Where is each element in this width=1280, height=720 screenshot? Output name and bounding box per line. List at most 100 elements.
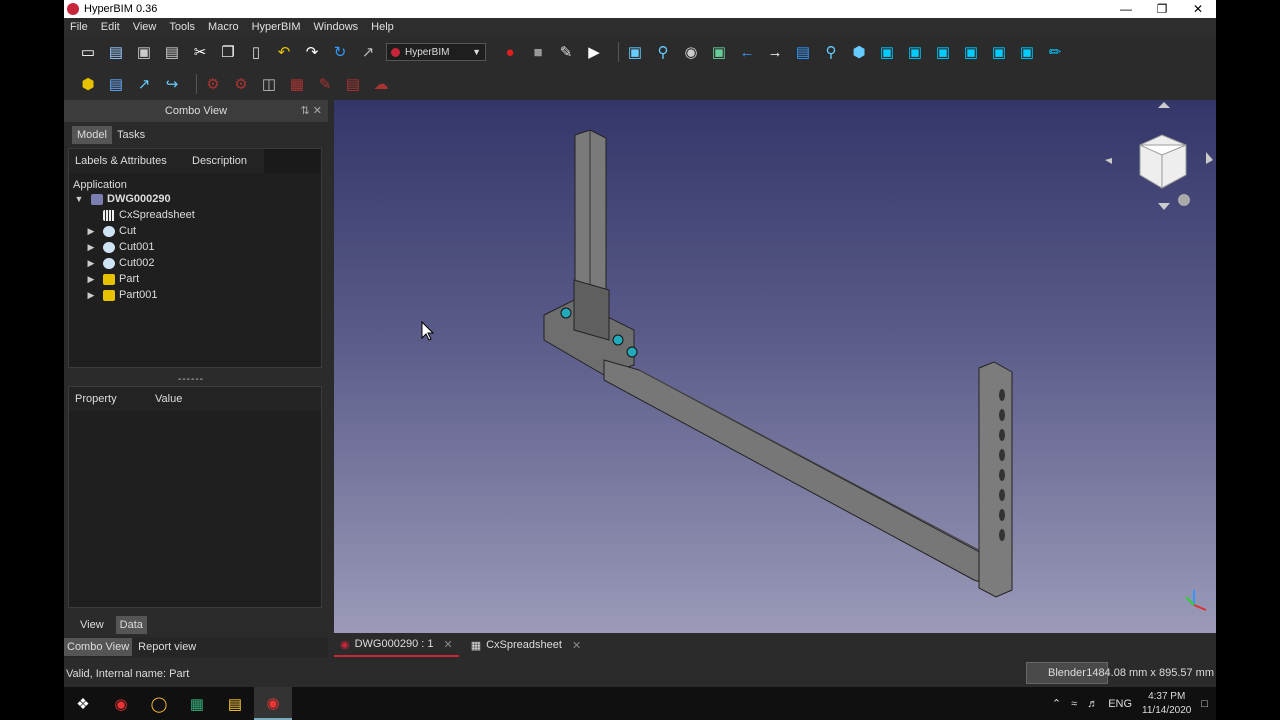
close-tab-icon[interactable]: ✕ — [443, 638, 452, 651]
assembly-icon[interactable]: ⚙ — [203, 74, 223, 94]
menu-file[interactable]: File — [70, 21, 88, 33]
property-column-header[interactable]: Property — [69, 393, 149, 405]
tree-header-description[interactable]: Description — [186, 155, 264, 167]
menu-windows[interactable]: Windows — [314, 21, 359, 33]
rear-view-icon[interactable]: ▣ — [961, 42, 981, 62]
measure-icon[interactable]: ✏ — [1045, 42, 1065, 62]
media-app-icon[interactable]: ◉ — [102, 687, 140, 720]
tree-item-cut002[interactable]: ▶ Cut002 — [69, 255, 321, 271]
menu-help[interactable]: Help — [371, 21, 394, 33]
tree-item-part001[interactable]: ▶ Part001 — [69, 287, 321, 303]
notifications-icon[interactable]: □ — [1201, 698, 1208, 710]
tree-header-labels[interactable]: Labels & Attributes — [69, 155, 186, 167]
folder-red-icon[interactable]: ▤ — [343, 74, 363, 94]
front-view-icon[interactable]: ▣ — [877, 42, 897, 62]
language-indicator[interactable]: ENG — [1108, 698, 1132, 710]
workbench-selector[interactable]: HyperBIM ▼ — [386, 43, 486, 61]
fit-selection-icon[interactable]: ⚲ — [653, 42, 673, 62]
tree-item-document[interactable]: ▼ DWG000290 — [69, 191, 321, 207]
export-icon[interactable]: ↗ — [134, 74, 154, 94]
restore-button[interactable]: ❐ — [1144, 0, 1180, 18]
network-icon[interactable]: ≈ — [1071, 698, 1077, 710]
chrome-icon[interactable]: ◯ — [140, 687, 178, 720]
fit-all-icon[interactable]: ▣ — [625, 42, 645, 62]
tree-item-cxspreadsheet[interactable]: CxSpreadsheet — [69, 207, 321, 223]
panel-splitter[interactable]: ------ — [178, 374, 204, 385]
paste-icon[interactable]: ▯ — [246, 42, 266, 62]
copy-icon[interactable]: ❐ — [218, 42, 238, 62]
vertical-strut-right[interactable] — [978, 361, 1013, 598]
tab-model[interactable]: Model — [72, 126, 112, 144]
start-button[interactable]: ❖ — [64, 687, 102, 720]
volume-icon[interactable]: ♬ — [1087, 698, 1098, 710]
chevron-right-icon[interactable]: ▶ — [85, 274, 97, 285]
constraint-icon[interactable]: ⚙ — [231, 74, 251, 94]
navigation-cube[interactable] — [1105, 102, 1213, 210]
close-panel-icon[interactable]: ⇅ ✕ — [301, 100, 323, 122]
menu-edit[interactable]: Edit — [101, 21, 120, 33]
grid-icon[interactable]: ▦ — [287, 74, 307, 94]
redo-icon[interactable]: ↷ — [302, 42, 322, 62]
play-macro-icon[interactable]: ▶ — [584, 42, 604, 62]
chevron-right-icon[interactable]: ▶ — [85, 242, 97, 253]
tab-tasks[interactable]: Tasks — [112, 126, 150, 144]
cut-icon[interactable]: ✂ — [190, 42, 210, 62]
chevron-right-icon[interactable]: ▶ — [85, 290, 97, 301]
isometric-view-icon[interactable]: ⬢ — [849, 42, 869, 62]
draw-style-icon[interactable]: ◉ — [681, 42, 701, 62]
part-icon[interactable]: ⬢ — [78, 74, 98, 94]
gusset-bracket[interactable] — [573, 279, 610, 341]
tab-report-view[interactable]: Report view — [135, 638, 199, 656]
clock[interactable]: 4:37 PM 11/14/2020 — [1142, 690, 1191, 718]
whats-this-icon[interactable]: ↗ — [358, 42, 378, 62]
menu-macro[interactable]: Macro — [208, 21, 239, 33]
right-view-icon[interactable]: ▣ — [933, 42, 953, 62]
edit-red-icon[interactable]: ✎ — [315, 74, 335, 94]
tab-data[interactable]: Data — [115, 616, 147, 634]
tab-cxspreadsheet[interactable]: ▦ CxSpreadsheet ✕ — [465, 633, 587, 657]
3d-viewport[interactable] — [334, 100, 1216, 633]
link-icon[interactable]: ▤ — [793, 42, 813, 62]
section-icon[interactable]: ◫ — [259, 74, 279, 94]
close-tab-icon[interactable]: ✕ — [572, 639, 581, 652]
refresh-icon[interactable]: ↻ — [330, 42, 350, 62]
tree-item-cut[interactable]: ▶ Cut — [69, 223, 321, 239]
undo-icon[interactable]: ↶ — [274, 42, 294, 62]
group-folder-icon[interactable]: ▤ — [106, 74, 126, 94]
tree-item-cut001[interactable]: ▶ Cut001 — [69, 239, 321, 255]
new-file-icon[interactable]: ▭ — [78, 42, 98, 62]
share-icon[interactable]: ↪ — [162, 74, 182, 94]
zoom-icon[interactable]: ⚲ — [821, 42, 841, 62]
forward-arrow-icon[interactable]: → — [765, 42, 785, 62]
chevron-right-icon[interactable]: ▶ — [85, 258, 97, 269]
horizontal-channel[interactable] — [603, 359, 1005, 591]
back-arrow-icon[interactable]: ← — [737, 42, 757, 62]
save-icon[interactable]: ▣ — [134, 42, 154, 62]
print-icon[interactable]: ▤ — [162, 42, 182, 62]
tab-view[interactable]: View — [76, 616, 108, 634]
open-file-icon[interactable]: ▤ — [106, 42, 126, 62]
tab-combo-view[interactable]: Combo View — [64, 638, 133, 656]
menu-view[interactable]: View — [133, 21, 157, 33]
bounding-box-icon[interactable]: ▣ — [709, 42, 729, 62]
menu-hyperbim[interactable]: HyperBIM — [252, 21, 301, 33]
tree-item-part[interactable]: ▶ Part — [69, 271, 321, 287]
close-button[interactable]: ✕ — [1180, 0, 1216, 18]
record-macro-icon[interactable]: ● — [500, 42, 520, 62]
chevron-down-icon[interactable]: ▼ — [73, 194, 85, 204]
menu-tools[interactable]: Tools — [169, 21, 195, 33]
tray-overflow-icon[interactable]: ⌃ — [1052, 697, 1061, 710]
stop-macro-icon[interactable]: ■ — [528, 42, 548, 62]
chevron-right-icon[interactable]: ▶ — [85, 226, 97, 237]
hyperbim-taskbar-icon[interactable]: ◉ — [254, 687, 292, 720]
excel-icon[interactable]: ▦ — [178, 687, 216, 720]
value-column-header[interactable]: Value — [149, 393, 182, 405]
tab-dwg000290[interactable]: ◉ DWG000290 : 1 ✕ — [334, 633, 459, 657]
minimize-button[interactable]: — — [1108, 0, 1144, 18]
cloud-upload-icon[interactable]: ☁ — [371, 74, 391, 94]
bottom-view-icon[interactable]: ▣ — [989, 42, 1009, 62]
left-view-icon[interactable]: ▣ — [1017, 42, 1037, 62]
file-explorer-icon[interactable]: ▤ — [216, 687, 254, 720]
edit-macro-icon[interactable]: ✎ — [556, 42, 576, 62]
top-view-icon[interactable]: ▣ — [905, 42, 925, 62]
